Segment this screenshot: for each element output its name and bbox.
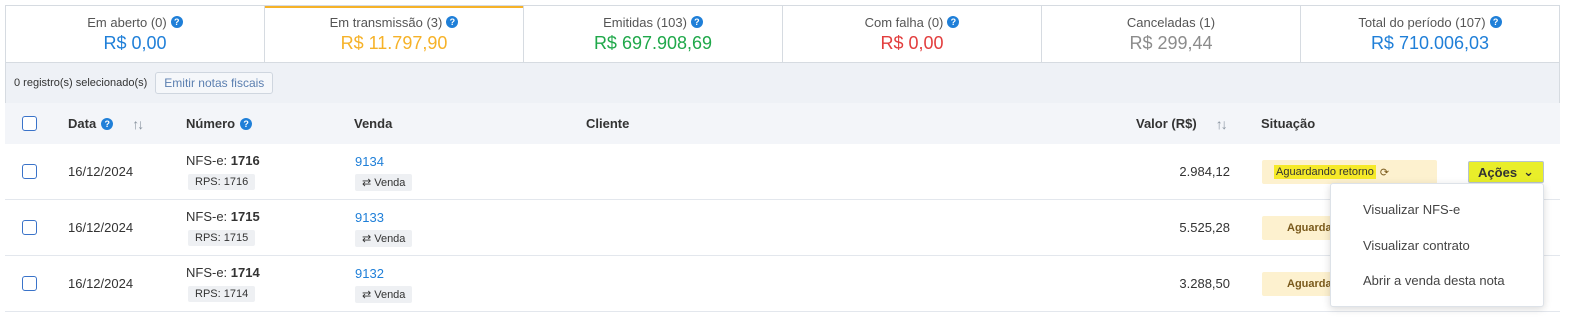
acoes-button[interactable]: Ações ⌄: [1468, 161, 1544, 183]
refresh-icon[interactable]: ⟳: [1380, 166, 1389, 179]
sort-icon[interactable]: ↑↓: [1216, 116, 1228, 132]
row-date: 16/12/2024: [68, 276, 134, 291]
help-icon[interactable]: ?: [1489, 16, 1502, 28]
tab-emitidas[interactable]: Emitidas (103)? R$ 697.908,69: [524, 6, 783, 62]
header-numero: Número?: [186, 116, 253, 131]
menu-item-visualizar-nfse[interactable]: Visualizar NFS-e: [1363, 202, 1460, 217]
tab-label: Em aberto (0): [87, 14, 167, 30]
tab-total-periodo[interactable]: Total do período (107)? R$ 710.006,03: [1301, 6, 1559, 62]
tab-label: Emitidas (103): [603, 14, 687, 30]
venda-link[interactable]: 9132: [355, 266, 384, 281]
header-data[interactable]: Data? ↑↓: [68, 116, 144, 132]
nf-number: NFS-e: 1715: [186, 209, 260, 224]
tab-label: Em transmissão (3): [329, 14, 443, 30]
table-header: Data? ↑↓ Número? Venda Cliente Valor (R$)…: [5, 103, 1560, 144]
row-valor: 5.525,28: [1179, 220, 1230, 235]
row-checkbox[interactable]: [22, 220, 37, 235]
row-checkbox[interactable]: [22, 276, 37, 291]
nf-number: NFS-e: 1716: [186, 153, 260, 168]
help-icon[interactable]: ?: [690, 16, 703, 28]
acoes-dropdown-menu: Visualizar NFS-e Visualizar contrato Abr…: [1330, 183, 1544, 307]
help-icon[interactable]: ?: [101, 117, 114, 130]
table-row[interactable]: 16/12/2024 NFS-e: 1715 RPS: 1715 9133 ⇄ V…: [5, 200, 1560, 256]
table-row[interactable]: 16/12/2024 NFS-e: 1716 RPS: 1716 9134 ⇄ V…: [5, 144, 1560, 200]
header-valor[interactable]: Valor (R$) ↑↓: [1136, 116, 1228, 132]
help-icon[interactable]: ?: [240, 117, 253, 130]
row-valor: 3.288,50: [1179, 276, 1230, 291]
venda-link[interactable]: 9133: [355, 210, 384, 225]
sort-icon[interactable]: ↑↓: [132, 116, 144, 132]
tab-value: R$ 0,00: [880, 32, 944, 53]
venda-tag: ⇄ Venda: [355, 230, 413, 247]
venda-link[interactable]: 9134: [355, 154, 384, 169]
tab-canceladas[interactable]: Canceladas (1) R$ 299,44: [1042, 6, 1301, 62]
row-date: 16/12/2024: [68, 220, 134, 235]
menu-item-visualizar-contrato[interactable]: Visualizar contrato: [1363, 238, 1470, 253]
repeat-icon: ⇄: [362, 177, 372, 189]
row-checkbox[interactable]: [22, 164, 37, 179]
repeat-icon: ⇄: [362, 233, 372, 245]
rps-badge: RPS: 1715: [188, 230, 256, 246]
header-cliente: Cliente: [586, 116, 630, 131]
emit-invoices-button[interactable]: Emitir notas fiscais: [155, 72, 274, 94]
tab-com-falha[interactable]: Com falha (0)? R$ 0,00: [783, 6, 1042, 62]
row-valor: 2.984,12: [1179, 164, 1230, 179]
chevron-down-icon: ⌄: [1523, 164, 1534, 179]
venda-tag: ⇄ Venda: [355, 174, 413, 191]
venda-tag: ⇄ Venda: [355, 286, 413, 303]
tab-value: R$ 11.797,90: [340, 32, 448, 53]
header-venda: Venda: [354, 116, 393, 131]
rps-badge: RPS: 1714: [188, 286, 256, 302]
repeat-icon: ⇄: [362, 289, 372, 301]
help-icon[interactable]: ?: [170, 16, 183, 28]
menu-item-abrir-venda[interactable]: Abrir a venda desta nota: [1363, 273, 1505, 288]
tab-label: Total do período (107): [1358, 14, 1486, 30]
selection-toolbar: 0 registro(s) selecionado(s) Emitir nota…: [5, 63, 1560, 103]
help-icon[interactable]: ?: [446, 16, 459, 28]
select-all-checkbox[interactable]: [22, 116, 37, 131]
selected-count: 0 registro(s) selecionado(s): [14, 77, 148, 89]
help-icon[interactable]: ?: [947, 16, 960, 28]
tab-label: Com falha (0): [864, 14, 944, 30]
tab-em-aberto[interactable]: Em aberto (0)? R$ 0,00: [6, 6, 265, 62]
tab-value: R$ 299,44: [1129, 32, 1213, 53]
tab-value: R$ 697.908,69: [593, 32, 713, 53]
rps-badge: RPS: 1716: [188, 174, 256, 190]
row-date: 16/12/2024: [68, 164, 134, 179]
table-row[interactable]: 16/12/2024 NFS-e: 1714 RPS: 1714 9132 ⇄ V…: [5, 256, 1560, 312]
tab-em-transmissao[interactable]: Em transmissão (3)? R$ 11.797,90: [265, 6, 524, 62]
summary-tabs: Em aberto (0)? R$ 0,00 Em transmissão (3…: [5, 5, 1560, 63]
status-badge: Aguardando retorno ⟳: [1262, 160, 1437, 184]
tab-value: R$ 710.006,03: [1370, 32, 1490, 53]
tab-value: R$ 0,00: [103, 32, 167, 53]
nf-number: NFS-e: 1714: [186, 265, 260, 280]
tab-label: Canceladas (1): [1126, 14, 1216, 30]
header-situacao: Situação: [1261, 116, 1316, 131]
